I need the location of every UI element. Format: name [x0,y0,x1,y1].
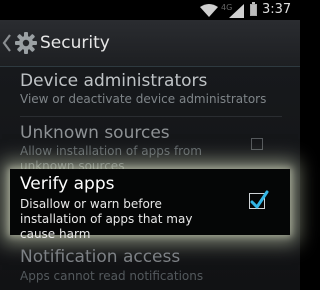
setting-summary: Disallow or warn before installation of … [20,197,193,241]
setting-verify-apps[interactable]: Verify apps Disallow or warn before inst… [0,169,300,241]
setting-label: Device administrators [20,71,208,91]
setting-device-administrators[interactable]: Device administrators View or deactivate… [0,67,300,117]
setting-label: Unknown sources [20,123,170,143]
chevron-left-icon[interactable] [0,32,14,54]
setting-summary: View or deactivate device administrators [20,92,267,106]
status-bar: 4G 3:37 [0,0,300,20]
verify-apps-checkbox[interactable] [249,190,269,209]
setting-label: Verify apps [20,174,115,194]
setting-notification-access[interactable]: Notification access Apps cannot read not… [0,242,300,290]
unknown-sources-checkbox[interactable] [251,138,263,150]
battery-icon [250,2,257,16]
settings-list: Device administrators View or deactivate… [0,67,300,290]
page-title: Security [40,33,110,53]
clock: 3:37 [262,2,292,17]
setting-unknown-sources[interactable]: Unknown sources Allow installation of ap… [0,117,300,173]
settings-gear-icon[interactable] [14,31,38,55]
action-bar: Security [0,20,300,67]
setting-summary: Apps cannot read notifications [20,269,204,283]
checkmark-icon [250,190,269,209]
setting-label: Notification access [20,247,181,267]
